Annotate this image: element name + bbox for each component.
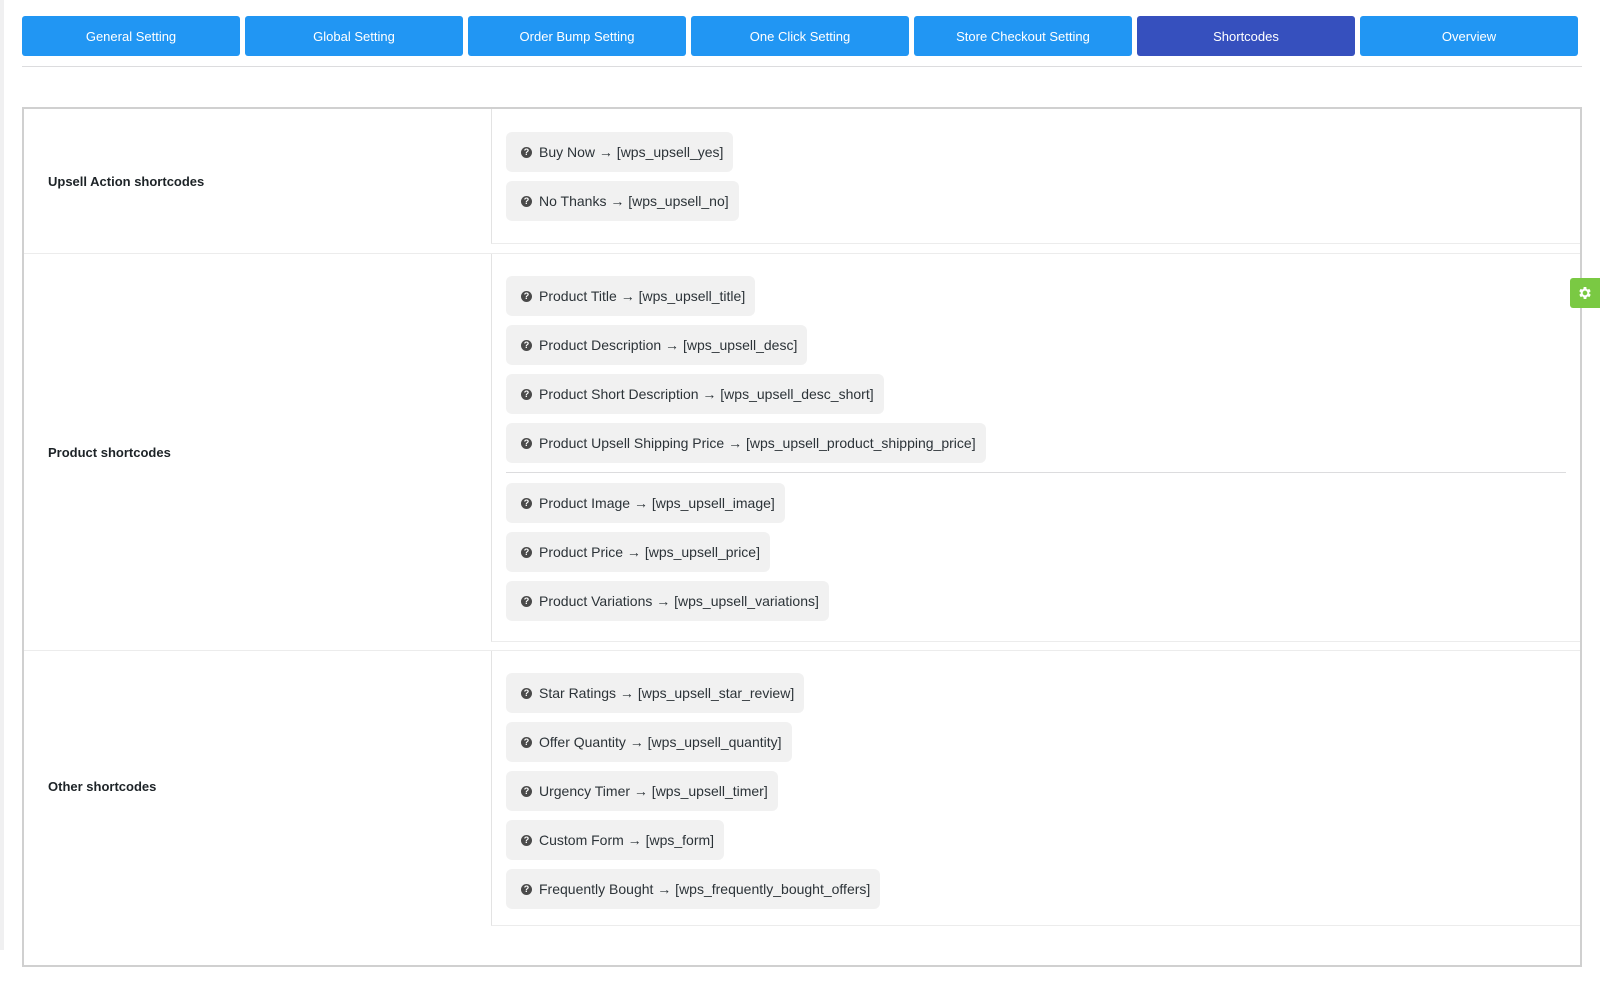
shortcode-text: Product Variations → [wps_upsell_variati… (539, 593, 819, 609)
section-items: ? Star Ratings → [wps_upsell_star_review… (491, 651, 1580, 926)
question-circle-icon: ? (521, 883, 532, 895)
shortcode-text: Product Price → [wps_upsell_price] (539, 544, 760, 560)
shortcode-text: Product Description → [wps_upsell_desc] (539, 337, 798, 353)
question-circle-icon: ? (521, 834, 532, 846)
shortcodes-table: Upsell Action shortcodes ? Buy Now → [wp… (22, 107, 1582, 967)
section-product: Product shortcodes ? Product Title → [wp… (24, 253, 1580, 651)
shortcode-text: No Thanks → [wps_upsell_no] (539, 193, 729, 209)
shortcode-text: Product Image → [wps_upsell_image] (539, 495, 775, 511)
question-circle-icon: ? (521, 736, 532, 748)
section-label: Product shortcodes (48, 445, 171, 460)
floating-settings-button[interactable] (1570, 278, 1600, 308)
shortcode-item: ? Star Ratings → [wps_upsell_star_review… (506, 673, 805, 713)
question-circle-icon: ? (521, 687, 532, 699)
question-circle-icon: ? (521, 388, 532, 400)
tab-store-checkout-setting[interactable]: Store Checkout Setting (914, 16, 1132, 56)
question-circle-icon: ? (521, 546, 532, 558)
section-label: Other shortcodes (48, 778, 157, 794)
shortcode-item: ? Product Title → [wps_upsell_title] (506, 276, 756, 316)
shortcode-item: ? Product Price → [wps_upsell_price] (506, 532, 770, 572)
section-label: Upsell Action shortcodes (48, 173, 205, 189)
shortcode-item: ? Product Short Description → [wps_upsel… (506, 374, 884, 414)
shortcode-text: Product Title → [wps_upsell_title] (539, 288, 746, 304)
shortcode-text: Custom Form → [wps_form] (539, 832, 715, 848)
shortcode-text: Product Upsell Shipping Price → [wps_ups… (539, 435, 976, 451)
section-other: Other shortcodes ? Star Ratings → [wps_u… (24, 650, 1580, 981)
tab-one-click-setting[interactable]: One Click Setting (691, 16, 909, 56)
shortcode-item: ? Product Upsell Shipping Price → [wps_u… (506, 423, 986, 463)
shortcode-item: ? Offer Quantity → [wps_upsell_quantity] (506, 722, 792, 762)
question-circle-icon: ? (521, 497, 532, 509)
tab-overview[interactable]: Overview (1360, 16, 1578, 56)
settings-tabs: General Setting Global Setting Order Bum… (22, 16, 1578, 56)
shortcode-text: Buy Now → [wps_upsell_yes] (539, 144, 724, 160)
tab-general-setting[interactable]: General Setting (22, 16, 240, 56)
gear-icon (1579, 287, 1591, 299)
shortcode-item: ? Product Description → [wps_upsell_desc… (506, 325, 808, 365)
question-circle-icon: ? (521, 595, 532, 607)
shortcode-item: ? Custom Form → [wps_form] (506, 820, 725, 860)
tab-order-bump-setting[interactable]: Order Bump Setting (468, 16, 686, 56)
shortcode-item: ? Urgency Timer → [wps_upsell_timer] (506, 771, 778, 811)
section-items: ? Product Title → [wps_upsell_title] ? P… (491, 254, 1580, 642)
question-circle-icon: ? (521, 195, 532, 207)
question-circle-icon: ? (521, 146, 532, 158)
shortcode-text: Urgency Timer → [wps_upsell_timer] (539, 783, 768, 799)
shortcode-item: ? Product Image → [wps_upsell_image] (506, 483, 785, 523)
tabs-divider (22, 66, 1582, 67)
section-upsell-action: Upsell Action shortcodes ? Buy Now → [wp… (24, 109, 1580, 253)
shortcode-text: Product Short Description → [wps_upsell_… (539, 386, 874, 402)
admin-left-edge (0, 0, 4, 950)
tab-global-setting[interactable]: Global Setting (245, 16, 463, 56)
group-divider (506, 472, 1566, 473)
section-items: ? Buy Now → [wps_upsell_yes] ? No Thanks… (491, 109, 1580, 244)
question-circle-icon: ? (521, 339, 532, 351)
shortcode-text: Star Ratings → [wps_upsell_star_review] (539, 685, 795, 701)
question-circle-icon: ? (521, 785, 532, 797)
shortcode-text: Frequently Bought → [wps_frequently_boug… (539, 881, 871, 897)
shortcode-item: ? Buy Now → [wps_upsell_yes] (506, 132, 734, 172)
tab-shortcodes[interactable]: Shortcodes (1137, 16, 1355, 56)
shortcode-item: ? Product Variations → [wps_upsell_varia… (506, 581, 829, 621)
shortcode-item: ? Frequently Bought → [wps_frequently_bo… (506, 869, 881, 909)
shortcode-text: Offer Quantity → [wps_upsell_quantity] (539, 734, 782, 750)
question-circle-icon: ? (521, 437, 532, 449)
question-circle-icon: ? (521, 290, 532, 302)
shortcode-item: ? No Thanks → [wps_upsell_no] (506, 181, 739, 221)
